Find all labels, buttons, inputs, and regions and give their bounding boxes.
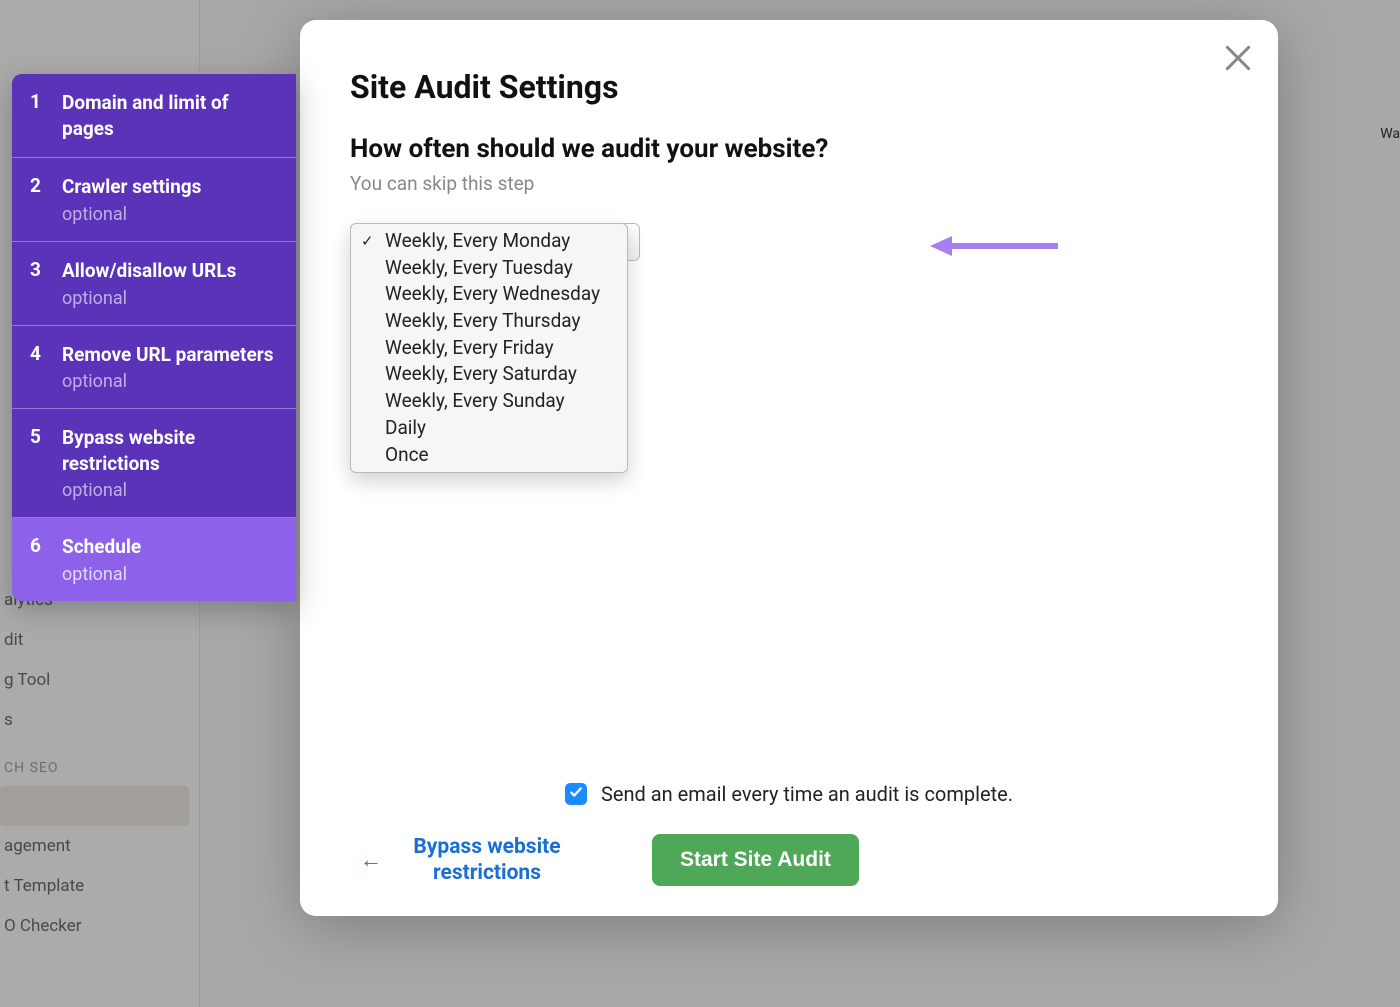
start-site-audit-button[interactable]: Start Site Audit [652, 834, 859, 886]
stepper-step-3[interactable]: 3Allow/disallow URLs optional [12, 242, 296, 326]
schedule-option[interactable]: Weekly, Every Thursday [351, 308, 627, 335]
schedule-option[interactable]: ✓ Weekly, Every Monday [351, 228, 627, 255]
step-optional-label: optional [62, 564, 141, 585]
step-number: 6 [30, 534, 62, 585]
schedule-option[interactable]: Daily [351, 415, 627, 442]
email-notify-checkbox[interactable] [565, 783, 587, 805]
step-optional-label: optional [62, 204, 201, 225]
step-label: Bypass website restrictions [62, 425, 278, 476]
background-cropped-label: Wa [1380, 126, 1400, 142]
schedule-option[interactable]: Once [351, 442, 627, 469]
stepper-step-1[interactable]: 1Domain and limit of pages [12, 74, 296, 158]
schedule-select[interactable]: ✓Weekly, Every MondayWeekly, Every Tuesd… [350, 223, 640, 261]
skip-step-subtext: You can skip this step [350, 172, 1228, 195]
schedule-option-label: Weekly, Every Saturday [385, 362, 577, 385]
step-number: 3 [30, 258, 62, 309]
schedule-option[interactable]: Weekly, Every Friday [351, 335, 627, 362]
schedule-option-label: Weekly, Every Sunday [385, 389, 565, 412]
schedule-option[interactable]: Weekly, Every Sunday [351, 388, 627, 415]
schedule-dropdown: ✓ Weekly, Every Monday Weekly, Every Tuesd… [350, 223, 628, 473]
check-icon [569, 784, 583, 803]
checkmark-icon: ✓ [361, 232, 374, 252]
step-label: Crawler settings [62, 174, 201, 200]
schedule-question: How often should we audit your website? [350, 134, 1228, 164]
schedule-option-label: Weekly, Every Tuesday [385, 256, 573, 279]
stepper-step-5[interactable]: 5Bypass website restrictions optional [12, 409, 296, 518]
stepper-step-4[interactable]: 4Remove URL parameters optional [12, 326, 296, 410]
step-label: Schedule [62, 534, 141, 560]
modal-footer: Send an email every time an audit is com… [300, 782, 1278, 887]
step-number: 5 [30, 425, 62, 501]
modal-title: Site Audit Settings [350, 68, 1228, 106]
close-button[interactable] [1222, 42, 1254, 74]
step-label: Domain and limit of pages [62, 90, 278, 141]
step-optional-label: optional [62, 371, 273, 392]
step-optional-label: optional [62, 480, 278, 501]
annotation-arrow [930, 234, 1060, 258]
settings-stepper: 1Domain and limit of pages2Crawler setti… [12, 74, 296, 601]
step-label: Allow/disallow URLs [62, 258, 236, 284]
email-notify-row: Send an email every time an audit is com… [350, 782, 1228, 806]
schedule-option-label: Daily [385, 416, 426, 439]
schedule-option-label: Weekly, Every Thursday [385, 309, 581, 332]
step-number: 4 [30, 342, 62, 393]
step-label: Remove URL parameters [62, 342, 273, 368]
close-icon [1222, 59, 1254, 78]
schedule-option[interactable]: Weekly, Every Saturday [351, 361, 627, 388]
back-link[interactable]: ← Bypass website restrictions [360, 834, 572, 887]
stepper-step-2[interactable]: 2Crawler settings optional [12, 158, 296, 242]
schedule-option[interactable]: Weekly, Every Tuesday [351, 255, 627, 282]
schedule-option-label: Weekly, Every Monday [385, 229, 570, 252]
arrow-left-icon: ← [360, 847, 382, 873]
stepper-step-6[interactable]: 6Schedule optional [12, 518, 296, 601]
schedule-option-label: Once [385, 443, 429, 466]
schedule-option-label: Weekly, Every Friday [385, 336, 554, 359]
back-link-label: Bypass website restrictions [402, 834, 572, 887]
step-number: 1 [30, 90, 62, 141]
site-audit-settings-modal: Site Audit Settings How often should we … [300, 20, 1278, 916]
email-notify-label: Send an email every time an audit is com… [601, 782, 1013, 806]
schedule-option-label: Weekly, Every Wednesday [385, 282, 600, 305]
schedule-option[interactable]: Weekly, Every Wednesday [351, 281, 627, 308]
step-number: 2 [30, 174, 62, 225]
step-optional-label: optional [62, 288, 236, 309]
